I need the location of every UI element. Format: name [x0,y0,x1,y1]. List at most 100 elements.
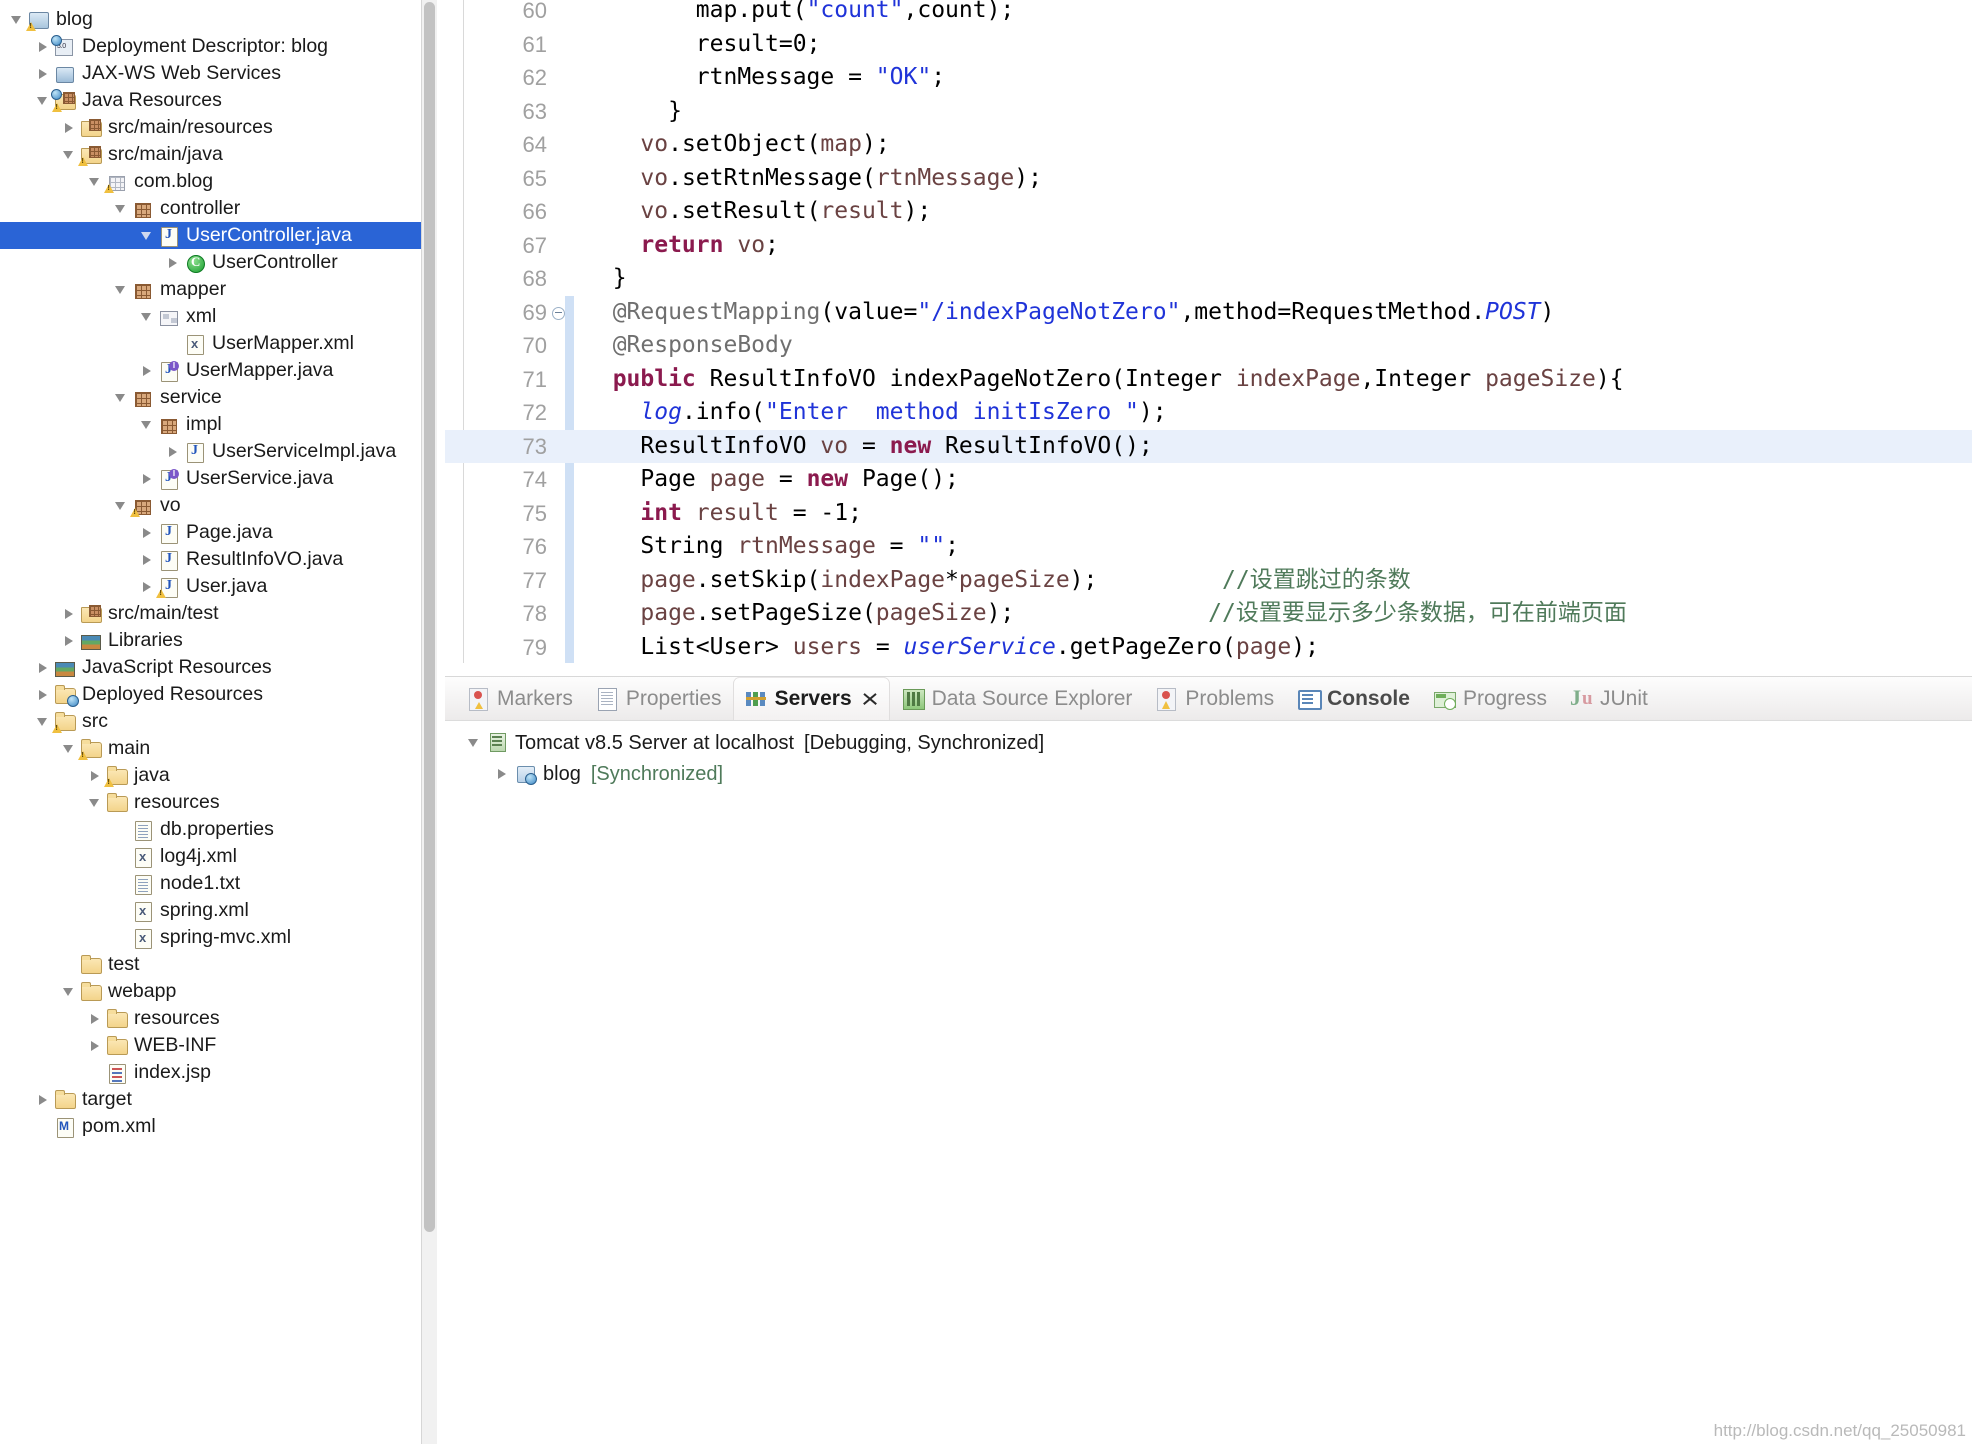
module-row[interactable]: blog [Synchronized] [445,757,1972,788]
tree-row[interactable]: com.blog [0,168,437,195]
tree-row[interactable]: java [0,762,437,789]
code-line[interactable]: 74 Page page = new Page(); [445,463,1972,497]
tree-row[interactable]: Deployed Resources [0,681,437,708]
tree-row[interactable]: Libraries [0,627,437,654]
chevron-right-icon[interactable] [138,519,158,546]
code-line[interactable]: 68 } [445,262,1972,296]
chevron-right-icon[interactable] [138,465,158,492]
code-line[interactable]: 66 vo.setResult(result); [445,195,1972,229]
tree-row[interactable]: JavaScript Resources [0,654,437,681]
tree-row[interactable]: webapp [0,978,437,1005]
tree-row[interactable]: mapper [0,276,437,303]
tree-row[interactable]: test [0,951,437,978]
chevron-right-icon[interactable] [86,762,106,789]
tree-row[interactable]: src [0,708,437,735]
chevron-down-icon[interactable] [465,729,487,757]
code-line[interactable]: 77 page.setSkip(indexPage*pageSize); //设… [445,564,1972,598]
tree-row[interactable]: db.properties [0,816,437,843]
tree-row[interactable]: spring-mvc.xml [0,924,437,951]
code-line[interactable]: 72 log.info("Enter method initIsZero "); [445,396,1972,430]
code-line[interactable]: 79 List<User> users = userService.getPag… [445,631,1972,664]
tree-row[interactable]: blog [0,6,437,33]
tree-row[interactable]: xml [0,303,437,330]
server-row[interactable]: Tomcat v8.5 Server at localhost [Debuggi… [445,721,1972,757]
editor-code-area[interactable]: 60 map.put("count",count); 61 result=0; 62… [445,0,1972,663]
tree-row[interactable]: UserController [0,249,437,276]
code-line[interactable]: 63 } [445,95,1972,129]
chevron-down-icon[interactable] [112,384,132,411]
tree-row-selected[interactable]: UserController.java [0,222,437,249]
fold-collapse-icon[interactable] [552,306,565,320]
tree-row[interactable]: User.java [0,573,437,600]
chevron-right-icon[interactable] [34,60,54,87]
view-tab-problems[interactable]: Problems [1143,677,1285,721]
tree-row[interactable]: src/main/java [0,141,437,168]
code-line[interactable]: 61 result=0; [445,28,1972,62]
tree-row[interactable]: WEB-INF [0,1032,437,1059]
tree-row[interactable]: Java Resources [0,87,437,114]
chevron-right-icon[interactable] [493,760,515,788]
tree-row[interactable]: src/main/test [0,600,437,627]
tree-row[interactable]: main [0,735,437,762]
chevron-down-icon[interactable] [34,708,54,735]
chevron-down-icon[interactable] [86,789,106,816]
view-tab-data-source-explorer[interactable]: Data Source Explorer [890,677,1144,721]
code-line[interactable]: 78 page.setPageSize(pageSize); //设置要显示多少… [445,597,1972,631]
explorer-scrollbar-thumb[interactable] [424,2,435,1232]
view-tab-servers[interactable]: Servers [732,677,890,721]
tree-row[interactable]: impl [0,411,437,438]
view-tab-junit[interactable]: JUnit [1558,677,1659,721]
chevron-down-icon[interactable] [112,195,132,222]
tree-row[interactable]: UserMapper.java [0,357,437,384]
chevron-right-icon[interactable] [138,573,158,600]
tree-row[interactable]: UserServiceImpl.java [0,438,437,465]
tree-row[interactable]: JAX-WS Web Services [0,60,437,87]
chevron-right-icon[interactable] [138,546,158,573]
explorer-editor-splitter[interactable] [437,0,445,1444]
tree-row[interactable]: node1.txt [0,870,437,897]
tree-row[interactable]: Deployment Descriptor: blog [0,33,437,60]
tree-row[interactable]: index.jsp [0,1059,437,1086]
chevron-down-icon[interactable] [60,141,80,168]
java-editor[interactable]: 60 map.put("count",count); 61 result=0; 62… [445,0,1972,663]
code-line[interactable]: 65 vo.setRtnMessage(rtnMessage); [445,162,1972,196]
code-line[interactable]: 75 int result = -1; [445,497,1972,531]
view-tab-properties[interactable]: Properties [584,677,733,721]
chevron-down-icon[interactable] [60,978,80,1005]
code-line[interactable]: 76 String rtnMessage = ""; [445,530,1972,564]
code-line[interactable]: 64 vo.setObject(map); [445,128,1972,162]
tree-row[interactable]: UserService.java [0,465,437,492]
chevron-right-icon[interactable] [86,1005,106,1032]
chevron-down-icon[interactable] [112,276,132,303]
code-line[interactable]: 69 @RequestMapping(value="/indexPageNotZ… [445,296,1972,330]
chevron-right-icon[interactable] [60,600,80,627]
tree-row[interactable]: src/main/resources [0,114,437,141]
tree-row[interactable]: target [0,1086,437,1113]
chevron-down-icon[interactable] [112,492,132,519]
code-line[interactable]: 70 @ResponseBody [445,329,1972,363]
code-line[interactable]: 60 map.put("count",count); [445,0,1972,28]
chevron-down-icon[interactable] [138,411,158,438]
view-tab-progress[interactable]: Progress [1421,677,1558,721]
chevron-down-icon[interactable] [86,168,106,195]
chevron-right-icon[interactable] [60,114,80,141]
chevron-right-icon[interactable] [86,1032,106,1059]
package-explorer[interactable]: blog Deployment Descriptor: blog JAX-WS We… [0,0,437,1444]
code-line[interactable]: 62 rtnMessage = "OK"; [445,61,1972,95]
chevron-down-icon[interactable] [138,303,158,330]
chevron-right-icon[interactable] [34,681,54,708]
views-tab-bar[interactable]: Markers Properties Servers Data Source Expl… [445,676,1972,721]
chevron-right-icon[interactable] [60,627,80,654]
chevron-down-icon[interactable] [8,6,28,33]
tree-row[interactable]: resources [0,789,437,816]
tree-row[interactable]: controller [0,195,437,222]
views-panel[interactable]: Markers Properties Servers Data Source Expl… [445,663,1972,1444]
tree-row[interactable]: Page.java [0,519,437,546]
code-line-current[interactable]: 73 ResultInfoVO vo = new ResultInfoVO(); [445,429,1972,463]
chevron-down-icon[interactable] [60,735,80,762]
close-icon[interactable] [861,690,879,708]
code-line[interactable]: 71 public ResultInfoVO indexPageNotZero(… [445,363,1972,397]
chevron-right-icon[interactable] [164,438,184,465]
view-tab-console[interactable]: Console [1285,677,1421,721]
chevron-right-icon[interactable] [164,249,184,276]
